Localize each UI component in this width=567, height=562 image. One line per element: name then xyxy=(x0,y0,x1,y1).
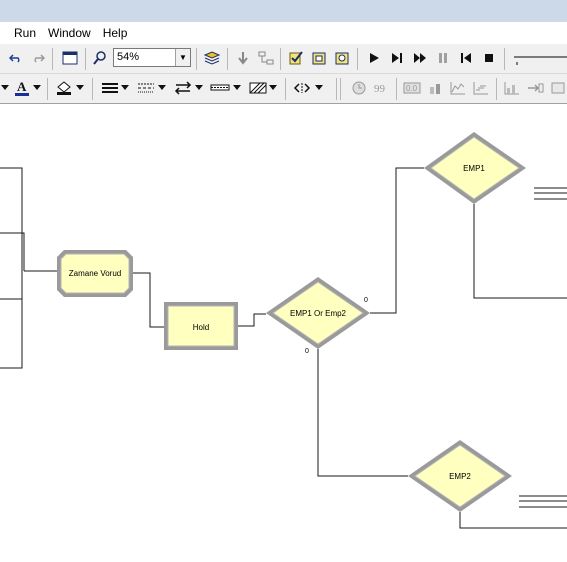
decide-label: EMP1 Or Emp2 xyxy=(290,309,347,318)
go-to-start-icon[interactable] xyxy=(456,48,476,68)
connector[interactable] xyxy=(473,204,567,299)
hold-label: Hold xyxy=(193,323,209,332)
animate-queue-icon[interactable] xyxy=(425,78,445,98)
separator xyxy=(396,78,397,100)
connector[interactable] xyxy=(238,313,266,327)
layer-stack-icon[interactable] xyxy=(202,48,222,68)
decide-module-emp1[interactable]: EMP1 xyxy=(424,132,526,204)
chevron-down-icon[interactable] xyxy=(120,78,130,98)
chevron-down-icon[interactable] xyxy=(32,78,42,98)
animate-bar-chart-icon[interactable] xyxy=(502,78,522,98)
chevron-down-icon[interactable] xyxy=(314,78,324,98)
true-branch-count: 0 xyxy=(364,297,368,304)
step-icon[interactable] xyxy=(387,48,407,68)
connector[interactable] xyxy=(459,512,567,529)
separator xyxy=(85,48,86,70)
chevron-down-icon[interactable] xyxy=(268,78,278,98)
connector[interactable] xyxy=(317,349,408,477)
separator xyxy=(496,78,497,100)
model-canvas[interactable]: Zamane Vorud Hold EMP1 Or Emp2 0 0 EMP1 xyxy=(0,104,567,562)
separator xyxy=(340,78,341,100)
check-model-icon[interactable] xyxy=(286,48,306,68)
arrow-style-icon[interactable] xyxy=(173,78,193,98)
line-width-icon[interactable] xyxy=(100,78,120,98)
fill-color-icon[interactable] xyxy=(54,78,74,98)
menu-run[interactable]: Run xyxy=(8,26,42,40)
line-style-icon[interactable] xyxy=(136,78,156,98)
fill-pattern-icon[interactable] xyxy=(248,78,268,98)
connector[interactable] xyxy=(0,232,25,271)
animate-variable-icon[interactable]: 99 xyxy=(371,78,391,98)
emp1-queue-icon xyxy=(534,187,567,200)
emp1-label: EMP1 xyxy=(463,164,485,173)
decide-module-emp2[interactable]: EMP2 xyxy=(408,440,512,512)
arena-window: Run Window Help 54% ▼ A 99 0.0 Zamane Vo… xyxy=(0,0,567,562)
pause-icon[interactable] xyxy=(433,48,453,68)
process-module-zamane-vorud[interactable]: Zamane Vorud xyxy=(57,250,133,297)
menu-help[interactable]: Help xyxy=(97,26,134,40)
menu-window[interactable]: Window xyxy=(42,26,97,40)
decide-module-emp1-or-emp2[interactable]: EMP1 Or Emp2 0 0 xyxy=(266,277,370,355)
separator xyxy=(504,48,505,70)
redo-icon[interactable] xyxy=(28,48,48,68)
separator xyxy=(280,48,281,70)
animate-transfer-icon[interactable] xyxy=(525,78,545,98)
chevron-down-icon[interactable] xyxy=(157,78,167,98)
layers-icon[interactable] xyxy=(60,48,80,68)
chevron-down-icon[interactable] xyxy=(0,78,10,98)
flowchart: Zamane Vorud Hold EMP1 Or Emp2 0 0 EMP1 xyxy=(0,132,567,529)
hold-module[interactable]: Hold xyxy=(164,302,238,350)
font-color-icon[interactable]: A xyxy=(12,78,32,98)
svg-text:0.0: 0.0 xyxy=(406,84,418,93)
false-branch-count: 0 xyxy=(305,348,309,355)
title-bar xyxy=(0,0,567,22)
svg-text:A: A xyxy=(17,79,27,94)
connector[interactable] xyxy=(133,272,164,328)
connect-icon[interactable] xyxy=(233,48,253,68)
flip-icon[interactable] xyxy=(292,78,312,98)
emp2-label: EMP2 xyxy=(449,472,471,481)
separator xyxy=(92,78,93,100)
line-pattern-icon[interactable] xyxy=(210,78,230,98)
timer-icon[interactable] xyxy=(332,48,352,68)
stop-icon[interactable] xyxy=(479,48,499,68)
connector[interactable] xyxy=(370,167,424,314)
flowchart-icon[interactable] xyxy=(256,48,276,68)
animate-clock-icon[interactable] xyxy=(349,78,369,98)
zoom-value: 54% xyxy=(117,51,140,63)
emp2-queue-icon xyxy=(519,495,567,508)
zoom-icon[interactable] xyxy=(90,48,110,68)
fast-forward-icon[interactable] xyxy=(410,48,430,68)
menu-row: Run Window Help xyxy=(0,22,133,44)
undo-icon[interactable] xyxy=(6,48,26,68)
process-label: Zamane Vorud xyxy=(69,269,121,278)
drawing-toolbar: A 99 0.0 xyxy=(0,74,567,104)
animate-plot-icon[interactable] xyxy=(448,78,468,98)
separator xyxy=(285,78,286,100)
connector[interactable] xyxy=(0,167,23,369)
speed-slider[interactable] xyxy=(514,52,567,66)
animate-level-icon[interactable]: 0.0 xyxy=(402,78,422,98)
standard-toolbar: 54% ▼ xyxy=(0,44,567,74)
svg-text:99: 99 xyxy=(374,83,386,95)
zoom-select[interactable]: 54% ▼ xyxy=(113,48,191,67)
animate-station-icon[interactable] xyxy=(548,78,567,98)
report-icon[interactable] xyxy=(309,48,329,68)
chevron-down-icon[interactable] xyxy=(194,78,204,98)
animate-histogram-icon[interactable] xyxy=(471,78,491,98)
separator xyxy=(47,78,48,100)
separator xyxy=(357,48,358,70)
separator xyxy=(227,48,228,70)
chevron-down-icon[interactable] xyxy=(75,78,85,98)
separator xyxy=(336,78,337,100)
chevron-down-icon[interactable] xyxy=(232,78,242,98)
play-icon[interactable] xyxy=(364,48,384,68)
separator xyxy=(196,48,197,70)
chevron-down-icon[interactable]: ▼ xyxy=(175,49,190,66)
menu-bar: Run Window Help xyxy=(0,0,567,44)
separator xyxy=(52,48,53,70)
